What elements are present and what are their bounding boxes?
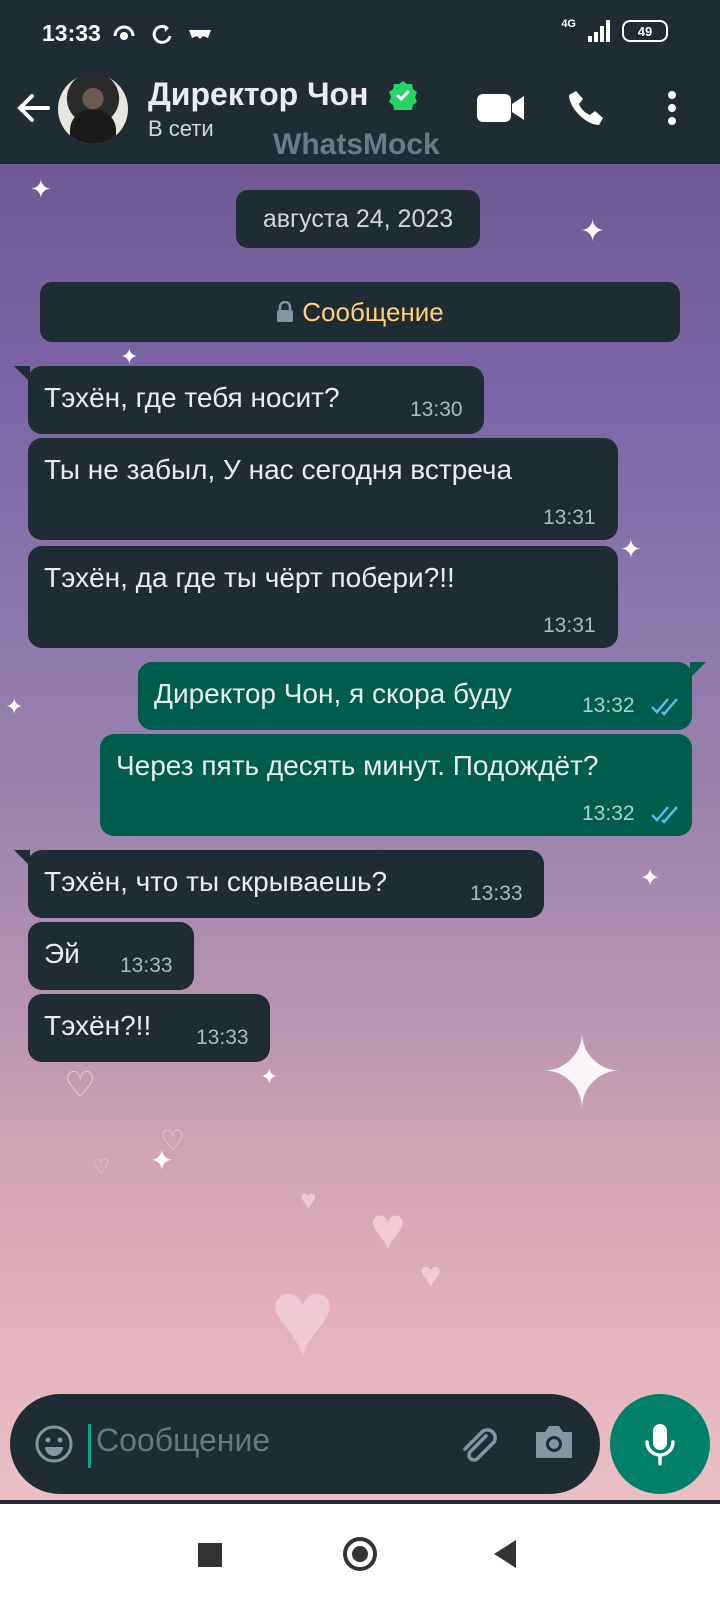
status-right-icons: 4G 49	[561, 18, 668, 44]
contact-status: В сети	[148, 116, 214, 141]
back-arrow-icon[interactable]	[16, 90, 52, 126]
heart: ♥	[300, 1184, 317, 1215]
sparkle: ✦	[260, 1064, 279, 1089]
read-ticks-icon	[651, 698, 678, 716]
message-text: Директор Чон, я скора буду	[154, 678, 512, 709]
heart: ♡	[160, 1125, 186, 1156]
status-bar: 13:33 4G 49	[0, 0, 720, 68]
signal-icon	[588, 20, 610, 42]
message-input[interactable]: Сообщение	[96, 1422, 270, 1459]
video-call-icon[interactable]	[476, 92, 526, 124]
text-cursor	[88, 1424, 91, 1468]
message-time: 13:33	[196, 1026, 249, 1049]
sparkle: ✦	[580, 215, 606, 248]
sync-icon	[152, 24, 172, 44]
incoming-message[interactable]: Тэхён?!! 13:33	[28, 994, 270, 1062]
system-navigation-bar	[0, 1504, 720, 1600]
mask-icon	[189, 30, 211, 39]
contact-name[interactable]: Директор Чон	[148, 76, 368, 113]
message-time: 13:32	[582, 694, 635, 717]
sparkle: ✦	[30, 174, 52, 204]
chat-background: ✦ ✦ ✦ ✦ ✦ ✦ ✦ ✦ ✦ ♡ ♡ ♡ ♥ ♥ ♥ ♥ августа …	[0, 164, 720, 1500]
message-time: 13:33	[120, 954, 173, 977]
status-notification-icons	[110, 20, 214, 48]
heart: ♥	[370, 1195, 406, 1262]
avatar[interactable]	[58, 74, 128, 144]
sparkle: ✦	[640, 865, 661, 892]
phone-call-icon[interactable]	[566, 88, 606, 128]
sparkle: ✦	[540, 1017, 624, 1129]
mic-button[interactable]	[610, 1394, 710, 1494]
attach-icon[interactable]	[456, 1422, 500, 1466]
message-time: 13:31	[543, 506, 596, 529]
recents-button[interactable]	[198, 1543, 222, 1567]
chat-header: Директор Чон В сети WhatsMock	[0, 68, 720, 164]
message-text: Ты не забыл, У нас сегодня встреча	[44, 454, 513, 485]
incoming-message[interactable]: Тэхён, где тебя носит? 13:30	[28, 366, 484, 434]
message-composer: Сообщение	[10, 1394, 600, 1494]
heart: ♥	[420, 1254, 442, 1295]
heart: ♡	[92, 1156, 110, 1178]
more-options-icon[interactable]	[666, 90, 678, 126]
incoming-message[interactable]: Эй 13:33	[28, 922, 194, 990]
verified-badge-icon	[389, 81, 417, 110]
message-text: Эй	[44, 938, 80, 969]
hotspot-icon	[113, 25, 135, 40]
message-text: Тэхён?!!	[44, 1010, 152, 1041]
message-time: 13:32	[582, 802, 635, 825]
message-time: 13:33	[470, 882, 523, 905]
watermark: WhatsMock	[273, 128, 440, 161]
microphone-icon	[645, 1424, 675, 1466]
battery-icon: 49	[622, 20, 668, 42]
read-ticks-icon	[651, 806, 678, 824]
encryption-banner-text: Сообщение	[302, 296, 444, 327]
date-divider: августа 24, 2023	[236, 190, 480, 248]
status-time: 13:33	[42, 20, 101, 46]
incoming-message[interactable]: Тэхён, да где ты чёрт побери?!! 13:31	[28, 546, 618, 648]
home-button[interactable]	[343, 1537, 377, 1571]
network-type: 4G	[561, 18, 576, 30]
message-text: Тэхён, где тебя носит?	[44, 382, 340, 413]
message-time: 13:31	[543, 614, 596, 637]
outgoing-message[interactable]: Через пять десять минут. Подождёт? 13:32	[100, 734, 692, 836]
bubble-tail	[690, 662, 706, 678]
heart: ♡	[64, 1064, 97, 1105]
heart: ♥	[270, 1256, 336, 1379]
outgoing-message[interactable]: Директор Чон, я скора буду 13:32	[138, 662, 692, 730]
message-text: Тэхён, что ты скрываешь?	[44, 866, 388, 897]
sparkle: ✦	[620, 534, 642, 564]
message-time: 13:30	[410, 398, 463, 421]
emoji-icon[interactable]	[34, 1424, 74, 1464]
lock-icon	[277, 301, 294, 322]
camera-icon[interactable]	[532, 1422, 576, 1462]
encryption-banner[interactable]: Сообщение	[40, 282, 680, 342]
system-back-button[interactable]	[494, 1540, 516, 1568]
battery-level: 49	[637, 23, 653, 39]
incoming-message[interactable]: Тэхён, что ты скрываешь? 13:33	[28, 850, 544, 918]
message-text: Тэхён, да где ты чёрт побери?!!	[44, 562, 455, 593]
sparkle: ✦	[5, 694, 24, 719]
message-text: Через пять десять минут. Подождёт?	[116, 750, 599, 781]
incoming-message[interactable]: Ты не забыл, У нас сегодня встреча 13:31	[28, 438, 618, 540]
